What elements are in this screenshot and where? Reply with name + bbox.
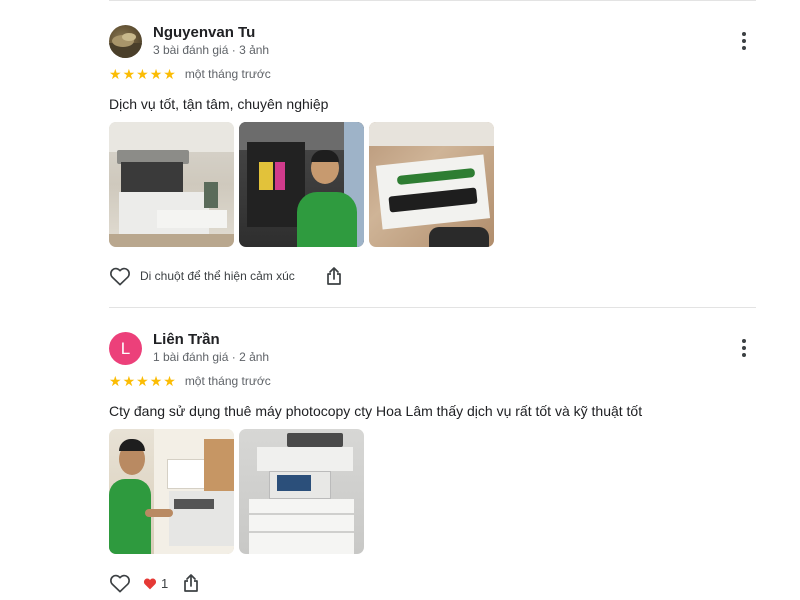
review-actions: 1	[109, 573, 200, 593]
reviewer-name[interactable]: Nguyenvan Tu	[153, 24, 255, 41]
reviewer-meta: 1 bài đánh giá · 2 ảnh	[153, 350, 270, 364]
reaction-summary[interactable]: 1	[143, 576, 168, 591]
star-icon: ★	[122, 66, 136, 82]
office-copier-photo[interactable]	[109, 122, 234, 247]
share-icon[interactable]	[182, 573, 200, 593]
dot	[742, 339, 746, 343]
star-icon: ★	[109, 66, 122, 82]
photo-gallery	[109, 122, 494, 247]
star-icon: ★	[109, 373, 122, 389]
share-icon[interactable]	[325, 266, 343, 286]
avatar-photo-image	[109, 33, 142, 58]
technician-at-copier-photo[interactable]	[109, 429, 234, 554]
reaction-count: 1	[161, 575, 169, 591]
red-heart-icon	[143, 578, 157, 589]
avatar[interactable]: L	[109, 332, 142, 365]
review-text: Cty đang sử dụng thuê máy photocopy cty …	[109, 403, 643, 419]
rating-row: ★ ★ ★ ★ ★ một tháng trước	[109, 67, 271, 81]
star-icon: ★	[136, 373, 149, 389]
dot	[742, 39, 746, 43]
avatar-letter: L	[120, 338, 131, 358]
top-divider	[109, 0, 756, 1]
copier-machine-photo[interactable]	[239, 429, 364, 554]
dot	[742, 353, 746, 357]
reviewer-meta: 3 bài đánh giá · 3 ảnh	[153, 43, 270, 57]
heart-icon[interactable]	[109, 266, 131, 286]
star-icon: ★	[149, 373, 163, 389]
review-text: Dịch vụ tốt, tận tâm, chuyên nghiệp	[109, 96, 329, 112]
more-options-button[interactable]	[734, 30, 754, 52]
dot	[742, 32, 746, 36]
star-icon: ★	[163, 66, 176, 82]
review-actions: Di chuột để thể hiện cảm xúc	[109, 266, 343, 286]
dot	[742, 46, 746, 50]
review-divider	[109, 307, 756, 308]
photo-gallery	[109, 429, 364, 554]
heart-icon[interactable]	[109, 573, 131, 593]
dot	[742, 346, 746, 350]
star-icon: ★	[149, 66, 163, 82]
star-icon: ★	[136, 66, 149, 82]
review-time: một tháng trước	[184, 67, 271, 81]
technician-green-shirt-photo[interactable]	[239, 122, 364, 247]
toner-parts-photo[interactable]	[369, 122, 494, 247]
rating-row: ★ ★ ★ ★ ★ một tháng trước	[109, 374, 271, 388]
star-rating: ★ ★ ★ ★ ★	[109, 67, 176, 81]
star-rating: ★ ★ ★ ★ ★	[109, 374, 176, 388]
review-time: một tháng trước	[184, 374, 271, 388]
reaction-hint: Di chuột để thể hiện cảm xúc	[140, 269, 295, 283]
reviewer-name[interactable]: Liên Trần	[153, 331, 220, 348]
star-icon: ★	[122, 373, 136, 389]
more-options-button[interactable]	[734, 337, 754, 359]
avatar[interactable]	[109, 25, 142, 58]
star-icon: ★	[163, 373, 176, 389]
